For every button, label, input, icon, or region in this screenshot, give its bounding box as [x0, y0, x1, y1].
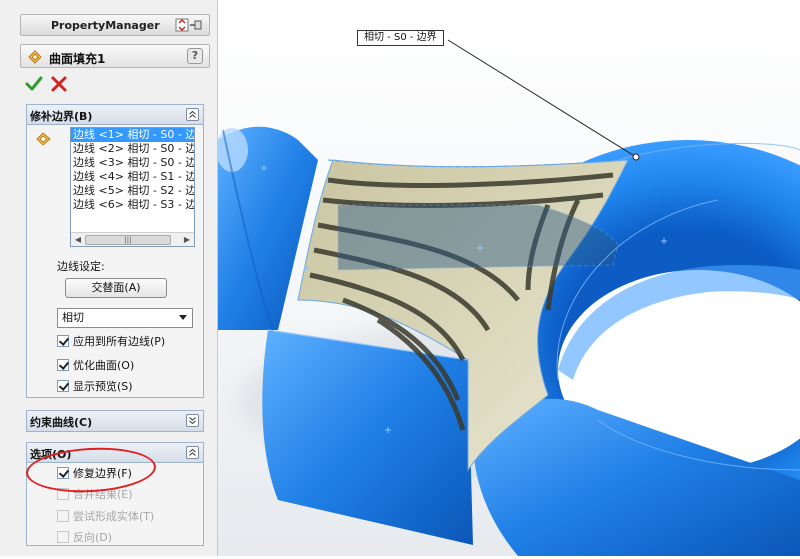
optimize-surface-label: 优化曲面(O) — [73, 359, 135, 372]
edge-settings-label: 边线设定: — [57, 260, 105, 273]
dropdown-caret-icon[interactable] — [179, 315, 187, 320]
fill-surface-icon — [28, 50, 42, 64]
condition-select[interactable]: 相切 — [57, 308, 193, 328]
alternate-face-button[interactable]: 交替面(A) — [65, 278, 167, 298]
scroll-right-icon[interactable]: ▶ — [182, 235, 192, 245]
fix-boundary-label: 修复边界(F) — [73, 467, 132, 480]
checkbox-unchecked-icon[interactable] — [57, 488, 69, 500]
property-manager-header: PropertyManager — [20, 14, 210, 36]
help-button[interactable]: ? — [187, 48, 203, 64]
reverse-checkbox[interactable]: 反向(D) — [57, 530, 112, 546]
fix-boundary-checkbox[interactable]: 修复边界(F) — [57, 466, 132, 482]
property-manager-panel: PropertyManager 曲面填充1 ? 修补边界(B) 边线 <1> 相… — [0, 0, 218, 556]
collapse-chevron-icon[interactable] — [186, 446, 199, 459]
options-header[interactable]: 选项(O) — [27, 443, 203, 463]
checkbox-unchecked-icon[interactable] — [57, 510, 69, 522]
checkbox-checked-icon[interactable] — [57, 467, 69, 479]
list-item[interactable]: 边线 <3> 相切 - S0 - 边 — [71, 156, 194, 170]
try-form-solid-checkbox[interactable]: 尝试形成实体(T) — [57, 509, 154, 525]
patch-boundary-title: 修补边界(B) — [30, 110, 93, 123]
show-preview-checkbox[interactable]: 显示预览(S) — [57, 379, 133, 395]
optimize-surface-checkbox[interactable]: 优化曲面(O) — [57, 358, 134, 374]
list-item[interactable]: 边线 <4> 相切 - S1 - 边 — [71, 170, 194, 184]
feature-name: 曲面填充1 — [49, 52, 106, 66]
list-item[interactable]: 边线 <6> 相切 - S3 - 边 — [71, 198, 194, 212]
model-view[interactable] — [216, 0, 800, 556]
boundary-edges-listbox[interactable]: 边线 <1> 相切 - S0 - 边 边线 <2> 相切 - S0 - 边 边线… — [70, 127, 195, 247]
cancel-x-icon[interactable] — [50, 75, 68, 93]
checkbox-checked-icon[interactable] — [57, 380, 69, 392]
edge-callout-label[interactable]: 相切 - S0 - 边界 — [357, 30, 444, 46]
merge-result-checkbox[interactable]: 合并结果(E) — [57, 487, 133, 503]
callout-anchor-point[interactable] — [632, 153, 640, 161]
constraint-curves-group: 约束曲线(C) — [26, 410, 204, 432]
horizontal-scrollbar[interactable]: ◀ ||| ▶ — [71, 232, 194, 246]
patch-boundary-header[interactable]: 修补边界(B) — [27, 105, 203, 125]
property-manager-title: PropertyManager — [51, 19, 160, 32]
condition-value: 相切 — [62, 311, 84, 324]
list-item[interactable]: 边线 <2> 相切 - S0 - 边 — [71, 142, 194, 156]
edge-selection-icon — [36, 132, 51, 146]
pin-icon[interactable] — [175, 18, 203, 32]
merge-result-label: 合并结果(E) — [73, 488, 133, 501]
checkbox-unchecked-icon[interactable] — [57, 531, 69, 543]
constraint-curves-header[interactable]: 约束曲线(C) — [27, 411, 203, 431]
checkbox-checked-icon[interactable] — [57, 335, 69, 347]
list-item[interactable]: 边线 <1> 相切 - S0 - 边 — [71, 128, 194, 142]
apply-all-edges-label: 应用到所有边线(P) — [73, 335, 166, 348]
try-form-solid-label: 尝试形成实体(T) — [73, 510, 155, 523]
apply-all-edges-checkbox[interactable]: 应用到所有边线(P) — [57, 334, 165, 350]
scrollbar-thumb[interactable]: ||| — [85, 235, 171, 245]
ok-checkmark-icon[interactable] — [25, 75, 43, 93]
reverse-label: 反向(D) — [73, 531, 113, 544]
graphics-viewport[interactable] — [216, 0, 800, 556]
scroll-left-icon[interactable]: ◀ — [73, 235, 83, 245]
expand-chevron-icon[interactable] — [186, 414, 199, 427]
options-group: 选项(O) 修复边界(F) 合并结果(E) 尝试形成实体(T) 反向(D) — [26, 442, 204, 546]
patch-boundary-group: 修补边界(B) 边线 <1> 相切 - S0 - 边 边线 <2> 相切 - S… — [26, 104, 204, 398]
feature-title-bar: 曲面填充1 ? — [20, 44, 210, 68]
collapse-chevron-icon[interactable] — [186, 108, 199, 121]
checkbox-checked-icon[interactable] — [57, 359, 69, 371]
show-preview-label: 显示预览(S) — [73, 380, 133, 393]
options-title: 选项(O) — [30, 448, 72, 461]
constraint-curves-title: 约束曲线(C) — [30, 416, 93, 429]
list-item[interactable]: 边线 <5> 相切 - S2 - 边 — [71, 184, 194, 198]
